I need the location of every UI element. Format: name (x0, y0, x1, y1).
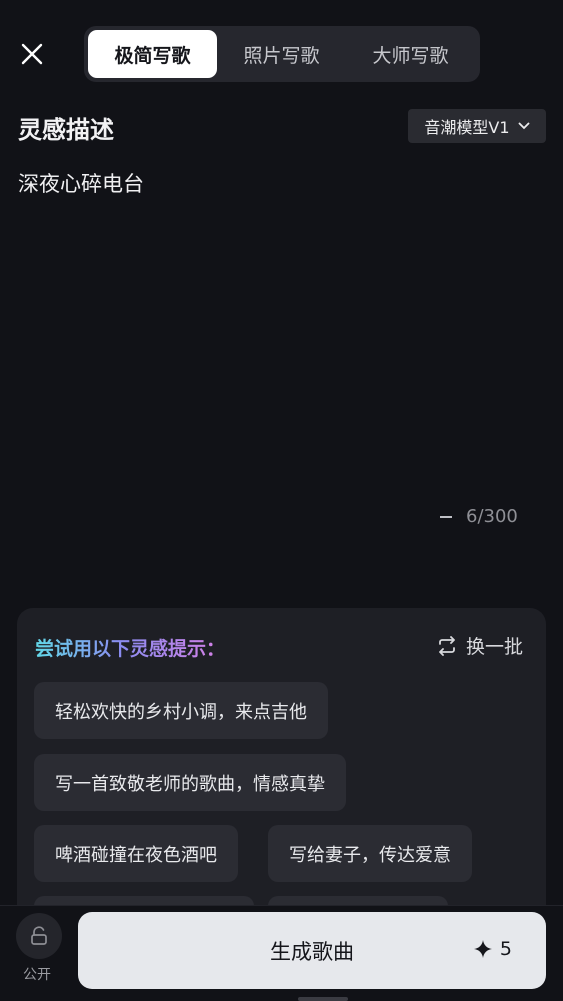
close-button[interactable] (14, 36, 50, 72)
model-select[interactable]: 音潮模型V1 (408, 109, 546, 143)
tab-photo-write[interactable]: 照片写歌 (217, 30, 346, 78)
close-icon (21, 43, 43, 65)
refresh-label: 换一批 (465, 636, 523, 658)
suggestion-chip[interactable]: 啤酒碰撞在夜色酒吧 (34, 825, 238, 882)
suggestion-chip[interactable]: 写一首致敬老师的歌曲，情感真挚 (34, 754, 346, 811)
generate-song-button[interactable]: 生成歌曲 5 (78, 912, 546, 989)
char-count: 6/300 (466, 506, 518, 527)
suggestion-panel: 尝试用以下灵感提示： 换一批 轻松欢快的乡村小调，来点吉他 写一首致敬老师的歌曲… (17, 608, 546, 928)
home-indicator (298, 997, 348, 1001)
suggestion-title: 尝试用以下灵感提示： (35, 634, 225, 661)
credit-cost: 5 (473, 938, 512, 960)
chevron-down-icon (518, 122, 529, 130)
mode-tabs: 极简写歌 照片写歌 大师写歌 (84, 26, 480, 82)
minus-icon[interactable] (440, 516, 452, 518)
model-select-label: 音潮模型V1 (424, 118, 510, 137)
tab-simple-write[interactable]: 极简写歌 (88, 30, 217, 78)
sparkle-icon (473, 940, 492, 958)
inspiration-input[interactable]: 深夜心碎电台 (18, 168, 538, 498)
refresh-button[interactable]: 换一批 (436, 632, 523, 659)
section-title: 灵感描述 (18, 116, 114, 144)
unlock-icon (31, 926, 47, 945)
credit-count: 5 (499, 938, 512, 960)
public-toggle-button[interactable] (16, 913, 62, 959)
tab-master-write[interactable]: 大师写歌 (346, 30, 475, 78)
public-label: 公开 (23, 967, 51, 983)
suggestion-chip[interactable]: 写给妻子，传达爱意 (268, 825, 472, 882)
refresh-icon (439, 635, 455, 656)
suggestion-chip[interactable]: 轻松欢快的乡村小调，来点吉他 (34, 682, 328, 739)
